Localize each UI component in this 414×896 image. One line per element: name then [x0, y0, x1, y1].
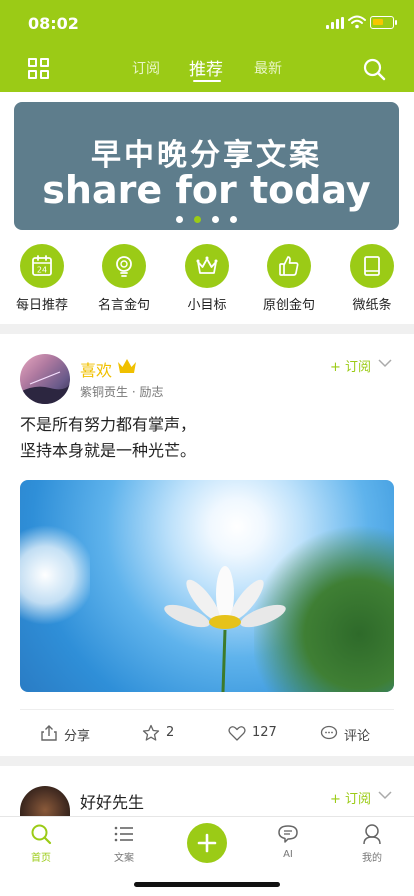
post-text-line: 坚持本身就是一种光芒。 — [20, 441, 197, 460]
section-divider — [0, 756, 414, 766]
tabbar-label: 首页 — [31, 853, 51, 864]
comment-icon — [320, 725, 338, 740]
search-home-icon — [31, 824, 52, 845]
flower-graphic — [164, 566, 286, 692]
status-bar: 08:02 — [0, 0, 414, 48]
carousel-dot-active[interactable] — [194, 216, 201, 223]
grid-menu-icon[interactable] — [28, 58, 50, 80]
post-subtitle: 紫铜贡生 · 励志 — [80, 385, 164, 399]
category-quotes[interactable]: 名言金句 — [89, 244, 159, 314]
favorite-count: 2 — [166, 725, 175, 740]
banner-carousel[interactable]: 早中晚分享文案 share for today — [14, 102, 399, 230]
category-notes[interactable]: 微纸条 — [337, 244, 407, 314]
plus-icon — [197, 833, 217, 853]
post-image[interactable] — [20, 480, 394, 692]
home-indicator — [134, 882, 280, 887]
book-icon — [364, 256, 380, 276]
heart-icon — [228, 726, 246, 741]
tab-recommend[interactable]: 推荐 — [189, 55, 223, 80]
avatar[interactable] — [20, 786, 70, 816]
tabbar-home[interactable]: 首页 — [16, 823, 66, 867]
lightbulb-icon — [116, 256, 132, 277]
category-small-goal[interactable]: 小目标 — [172, 244, 242, 314]
category-label: 小目标 — [187, 298, 227, 313]
carousel-dot[interactable] — [176, 216, 183, 223]
tabbar-label: AI — [283, 849, 293, 860]
vip-crown-icon — [118, 359, 136, 373]
avatar[interactable] — [20, 354, 70, 404]
category-daily-recommend[interactable]: 24 每日推荐 — [7, 244, 77, 314]
category-label: 微纸条 — [352, 298, 392, 313]
tabbar-profile[interactable]: 我的 — [347, 823, 397, 867]
star-icon — [142, 724, 160, 741]
thumbs-up-icon — [279, 256, 299, 276]
chevron-down-icon[interactable] — [378, 790, 392, 800]
battery-icon — [370, 16, 397, 29]
tab-latest[interactable]: 最新 — [254, 58, 282, 78]
feed-content[interactable]: 早中晚分享文案 share for today 24 每日推荐 名言金句 小目标… — [0, 92, 414, 816]
category-label: 每日推荐 — [15, 298, 68, 313]
profile-icon — [363, 824, 381, 845]
carousel-dot[interactable] — [230, 216, 237, 223]
tab-subscribe[interactable]: 订阅 — [132, 58, 160, 78]
category-original-quotes[interactable]: 原创金句 — [254, 244, 324, 314]
like-count: 127 — [252, 725, 277, 740]
search-icon[interactable] — [362, 57, 386, 81]
share-label: 分享 — [64, 729, 91, 744]
tabbar-ai[interactable]: AI — [263, 823, 313, 867]
section-divider — [0, 324, 414, 334]
tabbar-copywriting[interactable]: 文案 — [99, 823, 149, 867]
carousel-dots — [176, 216, 242, 224]
tabbar-label: 文案 — [114, 853, 134, 864]
tabbar-label: 我的 — [362, 853, 382, 864]
calendar-icon: 24 — [32, 255, 52, 276]
share-icon — [41, 725, 57, 741]
crown-icon — [196, 256, 218, 274]
post-author[interactable]: 喜欢 — [80, 357, 112, 381]
chat-bubble-icon — [278, 825, 298, 843]
comment-label: 评论 — [344, 729, 371, 744]
avatar-image — [20, 371, 70, 404]
category-row: 24 每日推荐 名言金句 小目标 原创金句 微纸条 — [0, 244, 414, 314]
app-header: 08:02 订阅 推荐 最新 — [0, 0, 414, 92]
subscribe-button[interactable]: + 订阅 — [330, 788, 371, 807]
post-text-line: 不是所有努力都有掌声， — [20, 415, 197, 434]
active-tab-indicator — [193, 80, 221, 82]
post-author[interactable]: 好好先生 — [80, 789, 144, 813]
carousel-dot[interactable] — [212, 216, 219, 223]
category-label: 名言金句 — [97, 298, 150, 313]
subscribe-button[interactable]: + 订阅 — [330, 356, 371, 375]
post-text: 不是所有努力都有掌声， 坚持本身就是一种光芒。 — [20, 412, 400, 464]
chevron-down-icon[interactable] — [378, 358, 392, 368]
actions-divider — [20, 709, 394, 710]
status-time: 08:02 — [28, 14, 79, 33]
calendar-badge: 24 — [37, 266, 47, 275]
wifi-icon — [348, 15, 366, 29]
top-nav: 订阅 推荐 最新 — [0, 48, 414, 92]
create-post-button[interactable] — [187, 823, 227, 863]
list-icon — [114, 826, 133, 842]
banner-title-en: share for today — [42, 168, 371, 212]
category-label: 原创金句 — [262, 298, 315, 313]
cellular-signal-icon — [326, 17, 344, 29]
